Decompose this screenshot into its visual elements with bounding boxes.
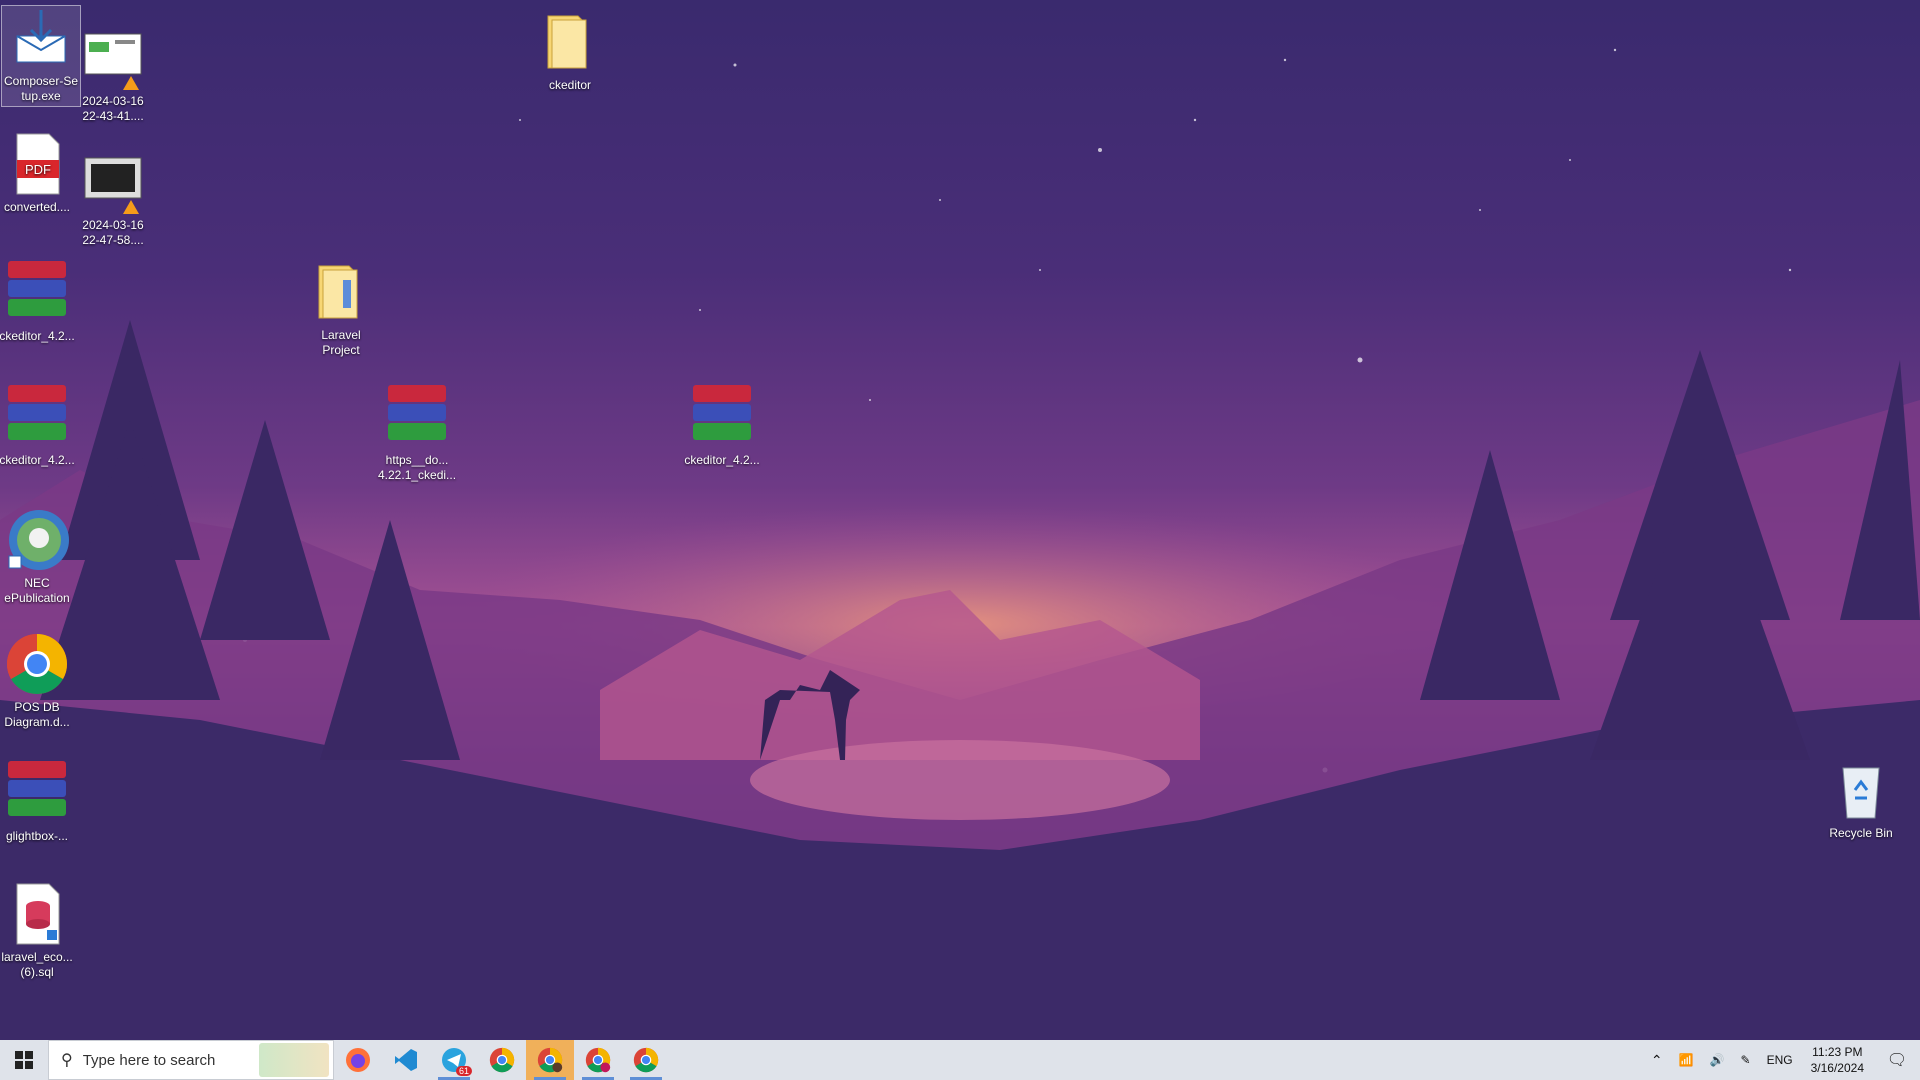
clock[interactable]: 11:23 PM 3/16/2024	[1801, 1044, 1874, 1076]
chrome-icon	[5, 632, 69, 696]
icon-label: Composer-Se tup.exe	[3, 74, 79, 103]
taskbar-chrome-profile-1[interactable]	[526, 1040, 574, 1080]
firefox-icon	[346, 1048, 370, 1072]
winrar-archive-icon	[5, 761, 69, 825]
vscode-icon	[395, 1049, 417, 1071]
winrar-archive-icon	[5, 261, 69, 325]
chrome-profile-icon	[537, 1047, 563, 1073]
taskbar-firefox[interactable]	[334, 1040, 382, 1080]
desktop-icon-ckeditor-archive-2[interactable]: ckeditor_4.2...	[0, 382, 76, 468]
pen-button[interactable]: ✎	[1733, 1040, 1759, 1080]
icon-label: Recycle Bin	[1829, 826, 1893, 840]
winrar-archive-icon	[5, 385, 69, 449]
taskbar: ⚲ Type here to search 61 ⌃ 📶 🔊 ✎ ENG 11:…	[0, 1040, 1920, 1080]
action-center-button[interactable]: 🗨	[1874, 1040, 1920, 1080]
icon-label: glightbox-...	[5, 829, 69, 843]
network-button[interactable]: 📶	[1671, 1040, 1702, 1080]
desktop-icon-ckeditor-archive-1[interactable]: ckeditor_4.2...	[0, 258, 76, 344]
winrar-archive-icon	[385, 385, 449, 449]
icon-label: https__do... 4.22.1_ckedi...	[378, 453, 457, 482]
installer-icon	[9, 6, 73, 70]
video-file-icon	[81, 26, 145, 90]
taskbar-chrome-1[interactable]	[478, 1040, 526, 1080]
pdf-icon: PDF	[5, 132, 69, 196]
desktop-icon-video-2[interactable]: 2024-03-16 22-47-58....	[74, 150, 152, 248]
video-file-icon	[81, 150, 145, 214]
nec-logo-icon	[5, 508, 69, 572]
desktop-icon-composer-setup[interactable]: Composer-Se tup.exe	[1, 5, 81, 107]
icon-label: ckeditor	[548, 78, 592, 92]
desktop-icon-recycle-bin[interactable]: Recycle Bin	[1822, 758, 1900, 841]
speaker-icon: 🔊	[1709, 1053, 1725, 1067]
windows-logo-icon	[15, 1051, 33, 1069]
icon-label: ckeditor_4.2...	[0, 453, 75, 467]
volume-button[interactable]: 🔊	[1702, 1040, 1733, 1080]
desktop-wallpaper	[0, 48, 1920, 1040]
sql-file-icon	[5, 882, 69, 946]
desktop-icon-https-archive[interactable]: https__do... 4.22.1_ckedi...	[378, 382, 456, 483]
svg-text:PDF: PDF	[25, 162, 51, 177]
icon-label: ckeditor_4.2...	[0, 329, 75, 343]
icon-label: ckeditor_4.2...	[684, 453, 760, 467]
pen-icon: ✎	[1740, 1053, 1751, 1067]
start-button[interactable]	[0, 1040, 48, 1080]
taskbar-chrome-profile-2[interactable]	[574, 1040, 622, 1080]
telegram-badge: 61	[455, 1066, 472, 1076]
desktop-icon-ckeditor-archive-3[interactable]: ckeditor_4.2...	[683, 382, 761, 468]
icon-label: Laravel Project	[321, 328, 361, 357]
desktop-icon-pos-db-diagram[interactable]: POS DB Diagram.d...	[0, 632, 76, 730]
search-placeholder: Type here to search	[82, 1051, 216, 1069]
desktop-icon-laravel-project[interactable]: Laravel Project	[302, 260, 380, 358]
chevron-up-icon: ⌃	[1650, 1051, 1663, 1068]
desktop-icon-ckeditor-folder[interactable]: ckeditor	[531, 10, 609, 93]
chrome-icon	[489, 1047, 515, 1073]
folder-icon	[538, 10, 602, 74]
notification-icon: 🗨	[1886, 1052, 1908, 1069]
clock-date: 3/16/2024	[1810, 1061, 1864, 1075]
desktop-icon-video-1[interactable]: 2024-03-16 22-43-41....	[74, 26, 152, 124]
system-tray: ⌃ 📶 🔊 ✎ ENG 11:23 PM 3/16/2024 🗨	[1643, 1040, 1920, 1080]
taskbar-telegram[interactable]: 61	[430, 1040, 478, 1080]
desktop-icon-glightbox-archive[interactable]: glightbox-...	[0, 758, 76, 844]
icon-label: 2024-03-16 22-47-58....	[82, 218, 144, 247]
icon-label: NEC ePublication	[4, 576, 70, 605]
show-hidden-icons-button[interactable]: ⌃	[1643, 1040, 1671, 1080]
desktop-icon-converted-pdf[interactable]: PDF converted....	[0, 132, 76, 215]
wifi-icon: 📶	[1678, 1053, 1694, 1067]
icon-label: 2024-03-16 22-43-41....	[82, 94, 144, 123]
desktop-icon-nec-epublication[interactable]: NEC ePublication	[0, 508, 76, 606]
search-box[interactable]: ⚲ Type here to search	[48, 1040, 334, 1080]
desktop-icon-laravel-sql[interactable]: laravel_eco... (6).sql	[0, 882, 76, 980]
icon-label: laravel_eco... (6).sql	[1, 950, 73, 979]
taskbar-vscode[interactable]	[382, 1040, 430, 1080]
icon-label: converted....	[3, 200, 71, 214]
icon-label: POS DB Diagram.d...	[4, 700, 70, 729]
chrome-icon	[633, 1047, 659, 1073]
chrome-profile-icon	[585, 1047, 611, 1073]
search-highlight-icon	[259, 1043, 329, 1077]
clock-time: 11:23 PM	[1812, 1045, 1863, 1059]
recycle-bin-icon	[1829, 758, 1893, 822]
search-icon: ⚲	[61, 1052, 73, 1069]
folder-icon	[309, 260, 373, 324]
language-indicator[interactable]: ENG	[1759, 1040, 1801, 1080]
taskbar-chrome-2[interactable]	[622, 1040, 670, 1080]
winrar-archive-icon	[690, 385, 754, 449]
